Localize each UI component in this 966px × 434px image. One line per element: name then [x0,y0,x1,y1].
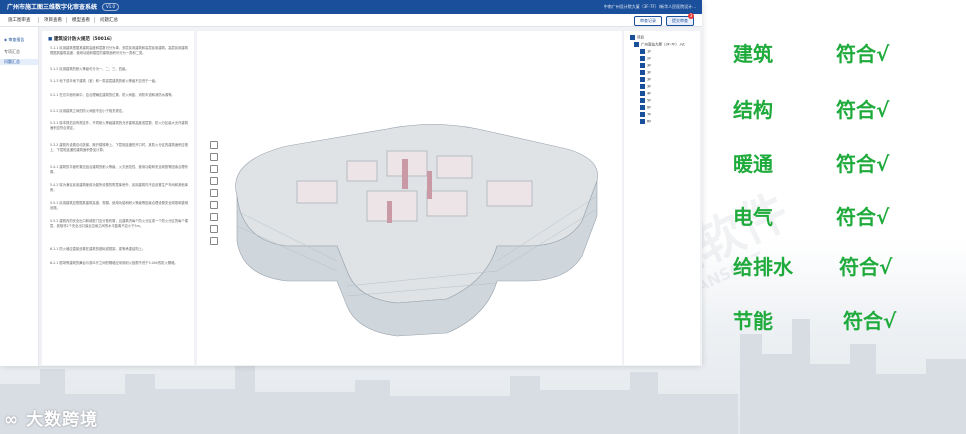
checkbox[interactable] [640,63,645,68]
app-title: 广州市施工图三维数字化审查系统 [7,4,98,11]
tree-level[interactable]: RF [640,119,651,124]
divider [66,17,67,23]
code-text-pane: ■ 建筑设计防火规范（50016） 5.1.1 民用建筑根据其建筑高度和层数可分… [42,31,194,365]
checkbox[interactable] [640,105,645,110]
left-nav: ◈ 审查报告 专项汇总 问题汇总 [0,27,39,366]
checkbox[interactable] [640,119,645,124]
divider [94,17,95,23]
tree-level[interactable]: 1F [640,49,651,54]
tree-model[interactable]: 广州南站大厦（3F-7F）.rvt [634,42,685,48]
notification-badge: 3 [688,13,694,19]
clause-text: 5.1.3 地下或半地下建筑（室）和一类高层建筑的耐火等级不应低于一级。 [50,79,159,83]
tree-level-label: 1F [647,49,652,54]
status-label: 符合√ [836,205,890,229]
clause-text: 5.1.2 民用建筑的耐火等级可分为一、二、三、四级。 [50,67,129,71]
tree-level-label: RF [647,119,652,124]
tree-level[interactable]: 5F [640,98,651,103]
tree-level[interactable]: 3F [640,77,651,82]
tree-model-label: 广州南站大厦（3F-7F）.rvt [641,42,685,47]
checkbox[interactable] [630,35,635,40]
nav-header[interactable]: ◈ 审查报告 [4,37,24,43]
nav-item-issue-summary[interactable]: 问题汇总 [0,59,38,65]
checkbox[interactable] [640,49,645,54]
checkbox[interactable] [640,112,645,117]
tree-level[interactable]: 2F [640,56,651,61]
checkbox[interactable] [640,70,645,75]
clause-text: 5.2.1 在总平面布局中，应合理确定建筑的位置、防火间距、消防车道和消防水源等… [50,93,175,97]
nav-header-label: 审查报告 [8,37,25,42]
clause-text: 5.4.1 建筑的平面布置应结合建筑的耐火等级、火灾危险性、使用功能和安全疏散等… [50,165,189,174]
tree-level-label: 3F [647,63,652,68]
pane-title-text: 建筑设计防火规范（50016） [53,37,115,42]
clause-text: 6.2.1 剧场等建筑的舞台与观众厅之间的隔墙应采用耐火极限不低于3.00h的防… [50,261,178,265]
discipline-label: 结构 [733,98,773,122]
brand-logo: ∞ 大数跨境 [4,405,98,430]
divider [38,17,39,23]
building-model-image [235,124,598,337]
checkbox[interactable] [634,42,639,47]
tree-root[interactable]: 项目 [630,35,644,41]
status-label: 符合√ [836,98,890,122]
clause-text: 5.2.2 民用建筑之间的防火间距不应小于相关规定。 [50,109,126,113]
checkbox[interactable] [640,91,645,96]
discipline-label: 暖通 [733,152,773,176]
model-tree: 项目 广州南站大厦（3F-7F）.rvt 1F 2F 3F 3F 3F 3F 4… [624,31,700,365]
version-tag: V1.0 [102,3,120,11]
clause-text: 5.5.2 建筑内的安全出口和疏散门应分散布置，且建筑内每个防火分区或一个防火分… [50,219,189,228]
shield-icon: ◈ [4,37,8,42]
discipline-label: 建筑 [733,42,773,66]
checkbox[interactable] [640,77,645,82]
tab-construction-review[interactable]: 施工图审查 [8,17,31,23]
project-info[interactable]: 中南广州设计院大厦（3F-7F）/新华人民医院设计... [604,4,696,10]
tree-level-label: 7F [647,112,652,117]
tree-level-label: 3F [647,77,652,82]
tree-level[interactable]: 3F [640,84,651,89]
clause-text: 6.1.1 防火墙应直接设置在建筑的基础或框架、梁等承重结构上。 [50,247,146,251]
title-bar: 广州市施工图三维数字化审查系统 V1.0 中南广州设计院大厦（3F-7F）/新华… [0,0,702,14]
clause-text: 5.3.1 除本规范另有规定外，不同耐火等级建筑的允许建筑高度或层数、防火分区最… [50,121,189,130]
clause-text: 5.3.2 建筑内设置自动扶梯、敞开楼梯等上、下层相连通的开口时，其防火分区的建… [50,143,189,152]
tree-level-label: 3F [647,70,652,75]
app-window: 广州市施工图三维数字化审查系统 V1.0 中南广州设计院大厦（3F-7F）/新华… [0,0,702,366]
3d-model-viewer[interactable] [197,31,622,365]
review-record-button[interactable]: 审查记录 [634,16,662,26]
brand-name: 大数跨境 [26,410,99,430]
checkbox[interactable] [640,56,645,61]
tab-bar: 施工图审查 项目查看 模型查看 问题汇总 审查记录 提交审查 [0,14,702,27]
status-label: 符合√ [839,255,893,279]
tree-level-label: 3F [647,84,652,89]
tree-level[interactable]: 3F [640,63,651,68]
checkbox[interactable] [640,98,645,103]
status-label: 符合√ [843,309,897,333]
pane-title: ■ 建筑设计防火规范（50016） [48,36,114,42]
discipline-label: 节能 [733,309,773,333]
tab-model-view[interactable]: 模型查看 [72,17,90,23]
clause-text: 5.5.1 民用建筑应根据其建筑高度、规模、使用功能和耐火等级等因素合理设置安全… [50,201,189,210]
clause-text: 5.4.2 除为满足民用建筑使用功能所设置的附属库房外，民用建筑内不应设置生产车… [50,183,189,192]
tree-root-label: 项目 [637,35,644,40]
tree-level-label: 6F [647,105,652,110]
discipline-label: 电气 [733,205,773,229]
tab-project-view[interactable]: 项目查看 [44,17,62,23]
tree-level[interactable]: 3F [640,70,651,75]
clause-text: 5.1.1 民用建筑根据其建筑高度和层数可分为单、多层民用建筑和高层民用建筑。高… [50,46,189,55]
tab-issue-summary[interactable]: 问题汇总 [100,17,118,23]
status-label: 符合√ [836,152,890,176]
tree-level[interactable]: 4F [640,91,651,96]
tree-level[interactable]: 6F [640,105,651,110]
status-label: 符合√ [836,42,890,66]
tree-level[interactable]: 7F [640,112,651,117]
tree-level-label: 2F [647,56,652,61]
tree-level-label: 5F [647,98,652,103]
discipline-label: 给排水 [733,255,793,279]
nav-item-special-summary[interactable]: 专项汇总 [4,49,20,55]
checkbox[interactable] [640,84,645,89]
tree-level-label: 4F [647,91,652,96]
brand-mark-icon: ∞ [4,410,27,430]
